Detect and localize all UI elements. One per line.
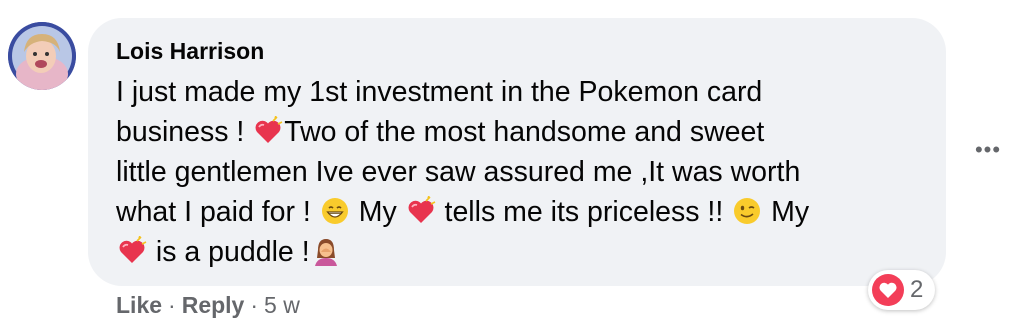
comment-body: I just made my 1st investment in the Pok… <box>116 72 916 272</box>
comment-line: little gentlemen Ive ever saw assured me… <box>116 152 916 192</box>
comment-text: little gentlemen Ive ever saw assured me… <box>116 156 801 188</box>
comment-text: I just made my 1st investment in the Pok… <box>116 76 763 108</box>
comment-thread: Lois Harrison I just made my 1st investm… <box>0 0 1024 329</box>
comment-text: Two of the most handsome and sweet <box>284 116 765 148</box>
comment-text: business ! <box>116 116 253 148</box>
heart-exclamation-emoji <box>117 236 147 266</box>
heart-exclamation-emoji <box>406 196 436 226</box>
separator-dot: · <box>250 292 259 318</box>
comment-bubble: Lois Harrison I just made my 1st investm… <box>88 18 946 286</box>
comment-text: tells me its priceless !! <box>436 196 732 228</box>
comment-author[interactable]: Lois Harrison <box>116 38 264 65</box>
comment-text: is a puddle ! <box>148 236 310 268</box>
reaction-summary[interactable]: 2 <box>868 270 936 310</box>
comment-actions: Like · Reply · 5 w <box>116 292 300 319</box>
like-button[interactable]: Like <box>116 292 162 319</box>
reply-button[interactable]: Reply <box>182 292 245 319</box>
separator-dot: · <box>168 292 176 318</box>
comment-timestamp[interactable]: 5 w <box>264 292 300 319</box>
comment-line: is a puddle ! <box>116 232 916 272</box>
comment-line: I just made my 1st investment in the Pok… <box>116 72 916 112</box>
more-options-button[interactable]: ••• <box>968 138 1008 162</box>
winking-face-emoji <box>732 196 762 226</box>
heart-exclamation-emoji <box>253 116 283 146</box>
comment-text: what I paid for ! <box>116 196 319 228</box>
woman-facepalming-emoji <box>311 236 341 266</box>
avatar[interactable] <box>8 22 76 90</box>
comment-text: My <box>763 196 810 228</box>
avatar-photo <box>8 22 76 90</box>
grinning-face-emoji <box>320 196 350 226</box>
comment-text: My <box>350 196 405 228</box>
comment-line: business ! Two of the most handsome and … <box>116 112 916 152</box>
reaction-count: 2 <box>910 276 924 303</box>
love-reaction-icon <box>872 274 904 306</box>
comment-line: what I paid for ! My tells me its pricel… <box>116 192 916 232</box>
